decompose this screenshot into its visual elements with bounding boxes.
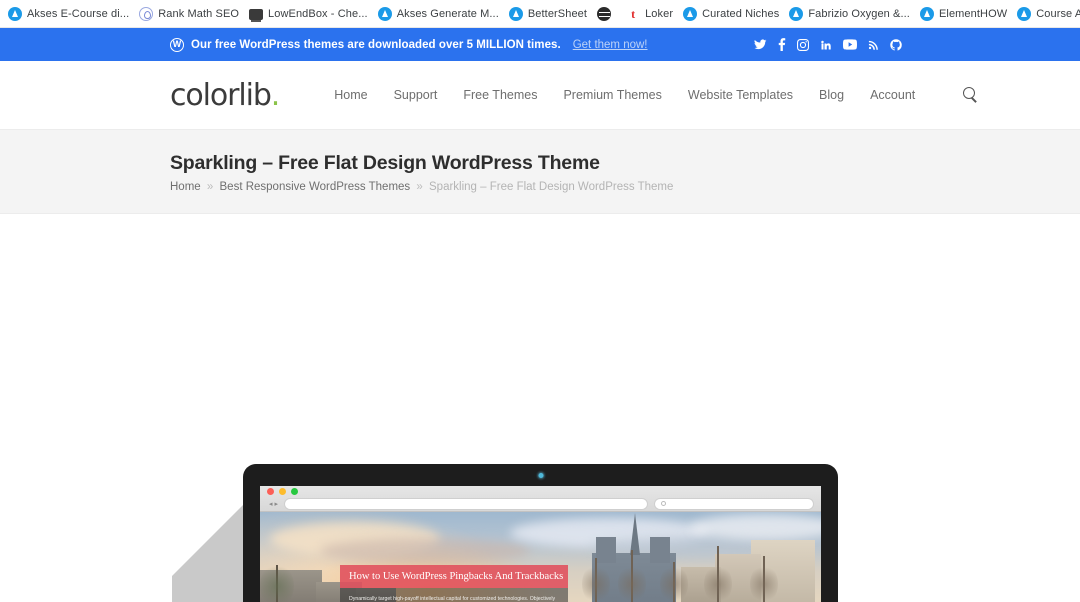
drop-favicon [789, 6, 804, 21]
bookmark-label: Loker [645, 7, 674, 20]
bookmark-label: Rank Math SEO [158, 7, 240, 20]
minimize-icon[interactable] [279, 487, 286, 495]
nav-item-home[interactable]: Home [334, 88, 367, 102]
drop-favicon [377, 6, 392, 21]
breadcrumb-home[interactable]: Home [170, 181, 201, 193]
facebook-icon[interactable] [778, 38, 786, 51]
rankmath-favicon [139, 6, 154, 21]
breadcrumb-separator: » [416, 181, 423, 193]
bookmarks-bar: Akses E-Course di... Rank Math SEO LowEn… [0, 0, 1080, 28]
breadcrumb-parent[interactable]: Best Responsive WordPress Themes [220, 181, 411, 193]
drop-favicon [508, 6, 523, 21]
nav-item-support[interactable]: Support [394, 88, 438, 102]
page-title-band: Sparkling – Free Flat Design WordPress T… [0, 129, 1080, 214]
bookmark-item[interactable]: Akses E-Course di... [4, 4, 135, 24]
mockup-search-bar[interactable] [654, 497, 814, 510]
mockup-browser-chrome: ◂ ▸ [260, 486, 821, 512]
bookmark-label: Course AI [1036, 7, 1080, 20]
rss-icon[interactable] [868, 39, 879, 50]
promo-message: Our free WordPress themes are downloaded… [191, 38, 561, 51]
wordpress-icon: W [170, 37, 184, 52]
instagram-icon[interactable] [797, 38, 809, 51]
breadcrumb: Home » Best Responsive WordPress Themes … [170, 181, 910, 193]
twitter-icon[interactable] [754, 38, 767, 51]
slide-body: Dynamically target high-payoff intellect… [340, 588, 568, 602]
page-title: Sparkling – Free Flat Design WordPress T… [170, 152, 600, 174]
site-header: colorlib. Home Support Free Themes Premi… [0, 61, 1080, 129]
back-forward-icons[interactable]: ◂ ▸ [267, 500, 278, 508]
bookmark-label: Fabrizio Oxygen &... [808, 7, 910, 20]
bookmark-item[interactable]: Curated Niches [679, 4, 785, 24]
promo-message-group: W Our free WordPress themes are download… [170, 37, 648, 52]
letter-t-favicon: t [626, 6, 641, 21]
window-controls [267, 487, 814, 495]
bookmark-item[interactable]: LowEndBox - Che... [245, 4, 374, 23]
breadcrumb-current: Sparkling – Free Flat Design WordPress T… [429, 181, 674, 193]
slide-caption: How to Use WordPress Pingbacks And Track… [340, 565, 568, 602]
bookmark-item[interactable]: Fabrizio Oxygen &... [785, 4, 916, 24]
slide-title[interactable]: How to Use WordPress Pingbacks And Track… [340, 565, 568, 588]
bookmark-item[interactable]: Akses Generate M... [374, 4, 505, 24]
search-icon [661, 501, 666, 506]
bookmark-item[interactable] [593, 4, 622, 24]
promo-social-links [754, 38, 902, 51]
breadcrumb-separator: » [206, 181, 214, 193]
bookmark-label: Akses E-Course di... [27, 7, 130, 20]
mockup-hero-slider: How to Use WordPress Pingbacks And Track… [260, 512, 821, 602]
github-icon[interactable] [890, 38, 902, 51]
nav-item-website-templates[interactable]: Website Templates [688, 88, 793, 102]
tree-shape [260, 562, 294, 602]
mockup-url-bar[interactable] [283, 497, 648, 510]
drop-favicon [919, 6, 934, 21]
site-logo[interactable]: colorlib. [170, 77, 281, 113]
maximize-icon[interactable] [291, 487, 298, 495]
bookmark-item[interactable]: BetterSheet [505, 4, 593, 24]
mockup-toolbar: ◂ ▸ [267, 497, 814, 510]
bookmark-item[interactable]: t Loker [622, 4, 679, 24]
nav-item-blog[interactable]: Blog [819, 88, 844, 102]
bookmark-label: LowEndBox - Che... [268, 7, 368, 20]
bookmark-item[interactable]: Rank Math SEO [135, 4, 245, 24]
bookmark-label: ElementHOW [938, 7, 1008, 20]
bookmark-label: Akses Generate M... [396, 7, 499, 20]
nav-item-account[interactable]: Account [870, 88, 915, 102]
tree-row [577, 536, 817, 602]
drop-favicon [1017, 6, 1032, 21]
drop-favicon [683, 6, 698, 21]
main-navigation: Home Support Free Themes Premium Themes … [334, 87, 979, 103]
bookmark-label: BetterSheet [527, 7, 588, 20]
webcam-icon [538, 473, 543, 478]
nav-item-free-themes[interactable]: Free Themes [463, 88, 537, 102]
drop-favicon [8, 6, 22, 21]
bookmark-item[interactable]: ElementHOW [916, 4, 1013, 24]
laptop-screen: ◂ ▸ How to Use WordPress Pingbacks And T… [260, 486, 821, 602]
bookmark-label: Curated Niches [702, 7, 780, 20]
cloud-shape [320, 538, 530, 564]
promo-banner: W Our free WordPress themes are download… [0, 28, 1080, 61]
close-icon[interactable] [267, 487, 274, 495]
site-logo-dot: . [270, 77, 281, 113]
youtube-icon[interactable] [843, 39, 857, 50]
monitor-favicon [249, 8, 264, 22]
bookmark-item[interactable]: Course AI [1013, 4, 1080, 24]
promo-cta-link[interactable]: Get them now! [573, 39, 648, 51]
linkedin-icon[interactable] [820, 39, 832, 51]
laptop-mockup: ◂ ▸ How to Use WordPress Pingbacks And T… [243, 464, 838, 602]
site-logo-text: colorlib [170, 77, 272, 113]
nav-item-premium-themes[interactable]: Premium Themes [563, 88, 661, 102]
hero-mockup-stage: ◂ ▸ How to Use WordPress Pingbacks And T… [0, 214, 1080, 602]
search-icon[interactable] [963, 87, 979, 103]
globe-favicon [597, 6, 612, 21]
